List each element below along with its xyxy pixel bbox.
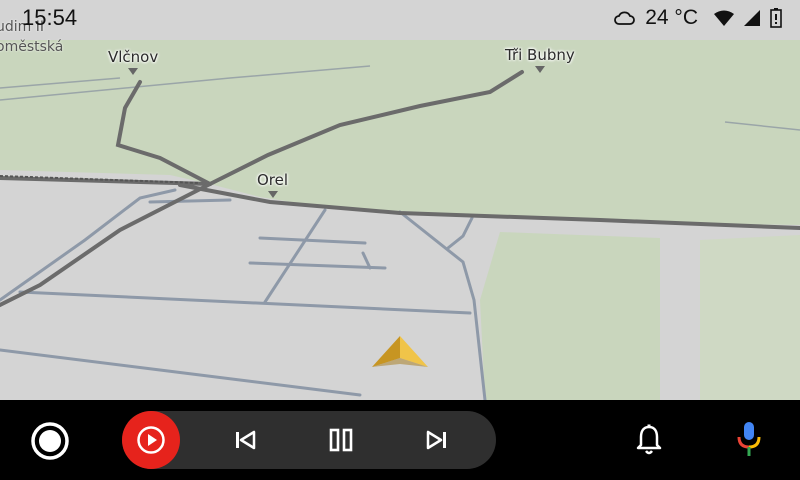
status-bar: 15:54 24 °C — [0, 0, 800, 38]
place-name: Tři Bubny — [505, 46, 575, 64]
status-clock: 15:54 — [22, 5, 78, 30]
green-area-far-east — [700, 235, 800, 400]
place-pin-icon — [128, 68, 139, 75]
microphone-icon[interactable] — [736, 420, 762, 460]
green-area-east — [480, 232, 660, 400]
status-temperature: 24 °C — [645, 6, 698, 29]
place-name: Orel — [257, 171, 289, 189]
place-label-orel[interactable]: Orel — [257, 171, 288, 198]
play-circle-icon — [137, 426, 165, 454]
battery-icon — [770, 8, 782, 28]
bell-icon[interactable] — [634, 424, 664, 456]
place-label-vlcnov[interactable]: Vlčnov — [108, 48, 158, 75]
place-pin-icon — [267, 191, 278, 198]
place-label-tri-bubny[interactable]: Tři Bubny — [505, 46, 575, 73]
cell-signal-icon — [744, 10, 760, 26]
cloud-icon — [614, 11, 636, 25]
status-icons: 24 °C — [613, 6, 782, 30]
minor-roads — [0, 188, 487, 400]
map-edge-label-second: oměstská — [0, 39, 64, 55]
wifi-icon — [714, 10, 734, 26]
skip-next-icon[interactable] — [423, 426, 451, 454]
media-app-button[interactable] — [122, 411, 180, 469]
map-view[interactable]: udim II oměstská Vlčnov Tři Bubny Orel — [0, 0, 800, 400]
bottom-dock — [0, 400, 800, 480]
pause-icon[interactable] — [327, 426, 355, 454]
skip-previous-icon[interactable] — [231, 426, 259, 454]
current-position-arrow — [372, 336, 428, 367]
place-name: Vlčnov — [108, 48, 159, 66]
place-pin-icon — [534, 66, 545, 73]
home-circle-icon[interactable] — [30, 421, 70, 461]
